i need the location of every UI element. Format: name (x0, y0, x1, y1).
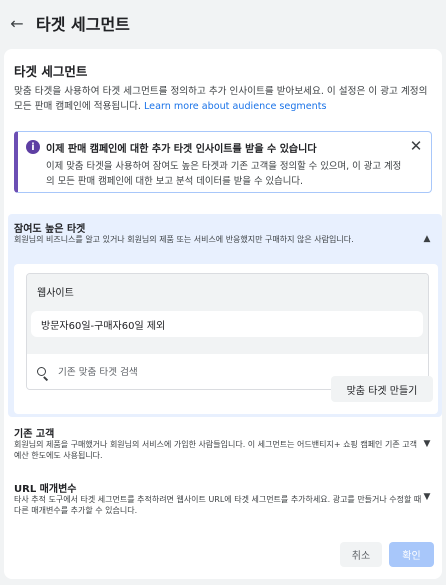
confirm-button[interactable]: 확인 (389, 542, 434, 567)
website-header: 웹사이트 방문자60일-구매자60일 제외 (27, 274, 428, 354)
learn-more-link[interactable]: Learn more about audience segments (144, 101, 327, 112)
website-audience-box: 웹사이트 방문자60일-구매자60일 제외 (26, 273, 429, 390)
chevron-down-icon[interactable]: ▼ (420, 490, 434, 504)
arrow-left-icon[interactable]: ← (2, 8, 32, 38)
close-icon[interactable]: ✕ (407, 137, 425, 155)
page-title: 타겟 세그먼트 (36, 15, 130, 34)
website-label: 웹사이트 (37, 288, 74, 299)
top-bar: ← 타겟 세그먼트 (0, 0, 446, 46)
audience-builder: 웹사이트 방문자60일-구매자60일 제외 맞춤 타겟 만들기 (14, 264, 438, 414)
section-description: 맞춤 타겟을 사용하여 타겟 세그먼트를 정의하고 추가 인사이트를 받아보세요… (14, 84, 434, 114)
existing-description: 회원님의 제품을 구매했거나 회원님의 서비스에 가입한 사람들입니다. 이 세… (14, 440, 417, 460)
existing-customers-panel[interactable]: 기존 고객 회원님의 제품을 구매했거나 회원님의 서비스에 가입한 사람들입니… (8, 419, 442, 469)
existing-title: 기존 고객 (14, 429, 55, 440)
info-icon: i (26, 140, 40, 154)
url-description: 타사 추적 도구에서 타겟 세그먼트를 추적하려면 웹사이트 URL에 타겟 세… (14, 495, 422, 515)
engaged-title: 잠여도 높은 타겟 (14, 224, 86, 235)
url-title: URL 매개변수 (14, 484, 77, 495)
cancel-button[interactable]: 취소 (340, 542, 382, 567)
selected-audience-chip[interactable]: 방문자60일-구매자60일 제외 (31, 311, 423, 337)
chevron-down-icon[interactable]: ▼ (420, 437, 434, 451)
create-custom-audience-button[interactable]: 맞춤 타겟 만들기 (331, 376, 433, 402)
segment-card: 타겟 세그먼트 맞춤 타겟을 사용하여 타겟 세그먼트를 정의하고 추가 인사이… (4, 49, 442, 579)
engaged-subtitle: 회원님의 비즈니스를 알고 있거나 회원님의 제품 또는 서비스에 반응했지만 … (14, 235, 354, 244)
chevron-up-icon[interactable]: ▲ (420, 232, 434, 246)
section-title: 타겟 세그먼트 (14, 64, 88, 79)
info-banner-title: 이제 판매 캠페인에 대한 추가 타겟 인사이트를 받을 수 있습니다 (46, 144, 317, 155)
search-icon[interactable] (36, 366, 50, 381)
info-banner: i 이제 판매 캠페인에 대한 추가 타겟 인사이트를 받을 수 있습니다 이제… (14, 131, 432, 193)
info-banner-body: 이제 맞춤 타겟을 사용하여 잠여도 높은 타겟과 기존 고객을 정의할 수 있… (46, 161, 402, 187)
engaged-audience-panel: 잠여도 높은 타겟 회원님의 비즈니스를 알고 있거나 회원님의 제품 또는 서… (8, 214, 442, 417)
url-parameters-panel[interactable]: URL 매개변수 타사 추적 도구에서 타겟 세그먼트를 추적하려면 웹사이트 … (8, 474, 442, 524)
